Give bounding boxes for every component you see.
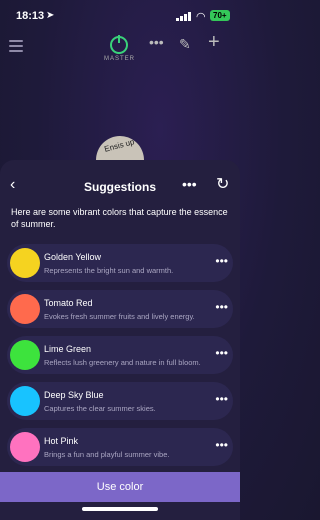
use-color-button[interactable]: Use color bbox=[0, 472, 240, 502]
refresh-icon[interactable]: ↻ bbox=[216, 174, 229, 194]
color-swatch bbox=[10, 432, 40, 462]
color-name: Lime Green bbox=[44, 344, 92, 354]
list-item[interactable]: Hot Pink Brings a fun and playful summer… bbox=[7, 428, 233, 466]
list-item[interactable]: Golden Yellow Represents the bright sun … bbox=[7, 244, 233, 282]
home-indicator bbox=[82, 507, 158, 511]
device-label: MASTER bbox=[104, 56, 136, 62]
item-more-icon[interactable]: ••• bbox=[215, 438, 228, 452]
status-bar: 18:13 ➤ ◠ 70+ bbox=[0, 0, 240, 34]
item-more-icon[interactable]: ••• bbox=[215, 392, 228, 406]
suggestions-sheet: ‹ Suggestions ••• ↻ Here are some vibran… bbox=[0, 160, 240, 520]
color-name: Golden Yellow bbox=[44, 252, 102, 262]
sheet-title: Suggestions bbox=[83, 180, 156, 194]
list-item[interactable]: Tomato Red Evokes fresh summer fruits an… bbox=[7, 290, 233, 328]
item-more-icon[interactable]: ••• bbox=[215, 254, 228, 268]
battery-indicator: 70+ bbox=[210, 10, 230, 21]
sheet-more-icon[interactable]: ••• bbox=[182, 176, 197, 192]
cellular-signal-icon bbox=[176, 12, 191, 21]
sheet-header: ‹ Suggestions ••• ↻ bbox=[0, 160, 240, 210]
color-swatch bbox=[10, 340, 40, 370]
location-arrow-icon: ➤ bbox=[46, 10, 55, 21]
item-more-icon[interactable]: ••• bbox=[215, 346, 228, 360]
color-name: Tomato Red bbox=[44, 298, 93, 308]
hamburger-menu-icon[interactable] bbox=[9, 37, 23, 55]
color-description: Reflects lush greenery and nature in ful… bbox=[44, 358, 201, 367]
edit-pencil-icon[interactable]: ✎ bbox=[179, 36, 191, 53]
color-description: Represents the bright sun and warmth. bbox=[44, 266, 174, 275]
add-icon[interactable]: + bbox=[208, 31, 220, 54]
top-toolbar: MASTER ••• ✎ + bbox=[0, 31, 240, 62]
more-options-icon[interactable]: ••• bbox=[149, 34, 164, 50]
color-name: Hot Pink bbox=[44, 436, 79, 446]
power-icon[interactable] bbox=[110, 35, 128, 54]
color-description: Brings a fun and playful summer vibe. bbox=[44, 450, 170, 459]
intro-text: Here are some vibrant colors that captur… bbox=[11, 207, 228, 229]
color-swatch bbox=[10, 386, 40, 416]
list-item[interactable]: Deep Sky Blue Captures the clear summer … bbox=[7, 382, 233, 420]
wifi-icon: ◠ bbox=[196, 11, 206, 23]
color-swatch bbox=[10, 248, 40, 278]
color-description: Captures the clear summer skies. bbox=[44, 404, 156, 413]
color-list: Golden Yellow Represents the bright sun … bbox=[7, 244, 233, 474]
color-swatch bbox=[10, 294, 40, 324]
color-name: Deep Sky Blue bbox=[44, 390, 104, 400]
status-time: 18:13 bbox=[16, 10, 45, 22]
color-description: Evokes fresh summer fruits and lively en… bbox=[44, 312, 195, 321]
list-item[interactable]: Lime Green Reflects lush greenery and na… bbox=[7, 336, 233, 374]
item-more-icon[interactable]: ••• bbox=[215, 300, 228, 314]
dial-label: Ensis up bbox=[103, 137, 136, 154]
